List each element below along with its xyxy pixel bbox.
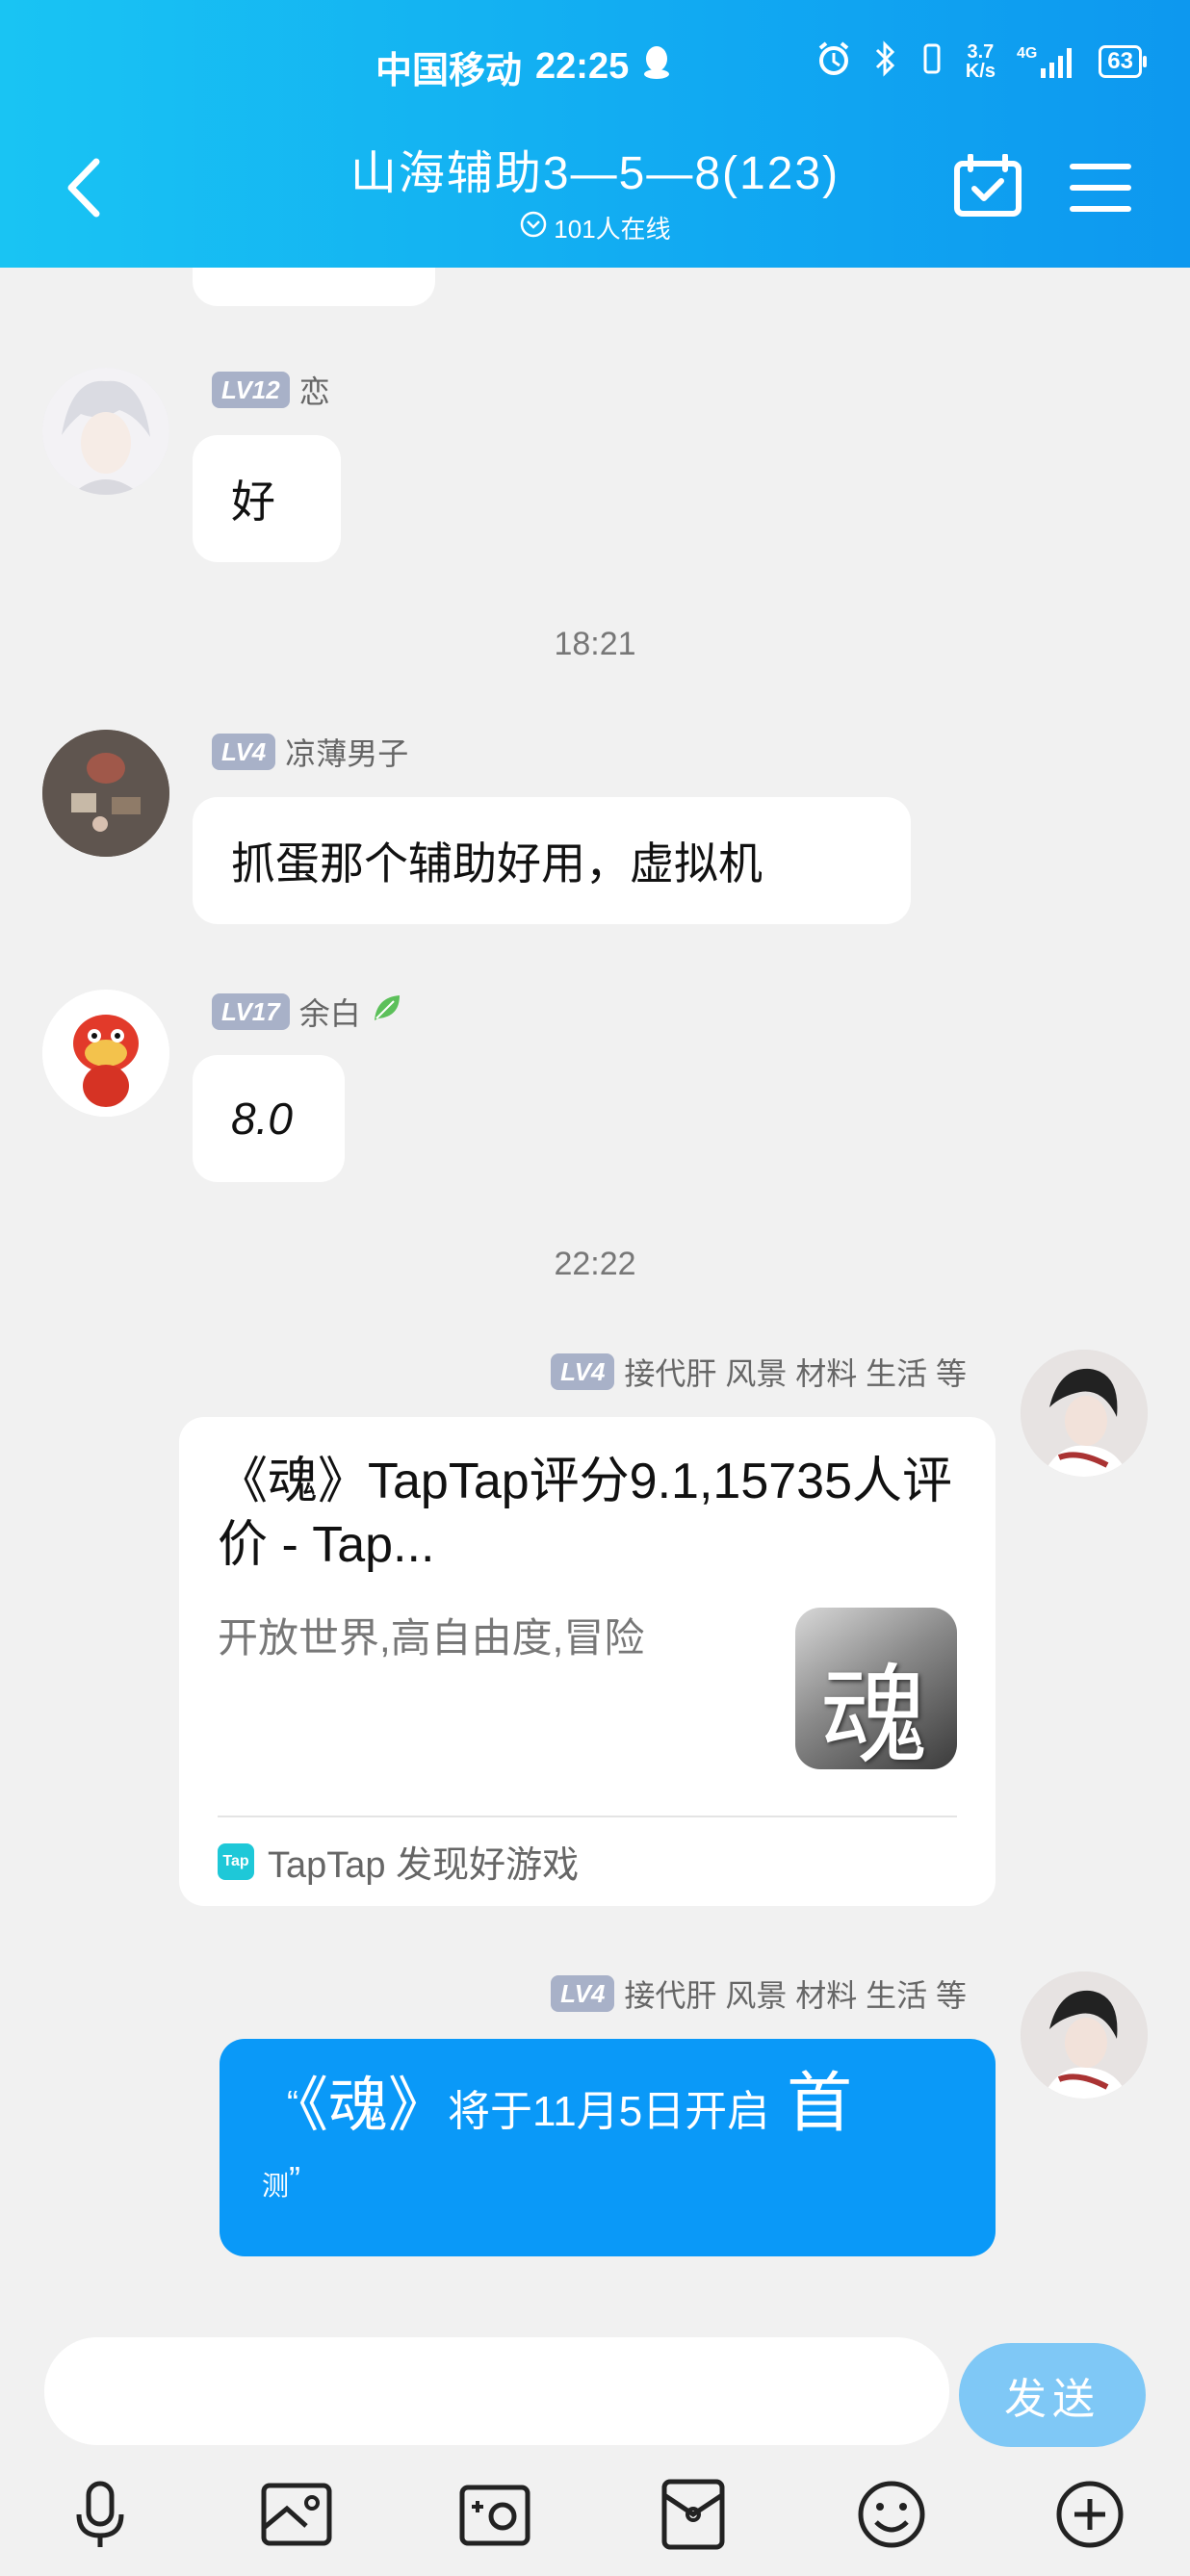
battery-indicator: 63 xyxy=(1099,45,1147,78)
bluetooth-icon xyxy=(873,40,898,83)
message-meta: LV17 余白 xyxy=(212,990,403,1034)
timestamp: 22:22 xyxy=(554,1246,636,1282)
menu-button[interactable] xyxy=(1069,159,1132,217)
message-meta: LV12 恋 xyxy=(212,368,330,412)
chevron-down-circle-icon xyxy=(519,210,548,245)
emoji-icon[interactable] xyxy=(853,2476,930,2553)
quote-open: “ xyxy=(287,2083,298,2123)
level-badge: LV12 xyxy=(212,372,290,408)
level-badge: LV4 xyxy=(551,1975,615,2012)
message-input[interactable] xyxy=(44,2337,949,2445)
message-meta: LV4 接代肝 风景 材料 生活 等 xyxy=(551,1971,967,2016)
level-badge: LV4 xyxy=(212,734,276,770)
quote-close: ” xyxy=(289,2159,301,2199)
card-source: Tap TapTap 发现好游戏 xyxy=(218,1835,579,1888)
message-text: 好 xyxy=(231,477,275,527)
message-bubble[interactable]: “《魂》将于11月5日开启首 测” xyxy=(220,2039,996,2256)
sender-name: 余白 xyxy=(298,996,361,1031)
thumbnail-calligraphy: 魂 xyxy=(820,1654,928,1769)
message-text: 将于11月5日开启 xyxy=(448,2088,770,2135)
sender-name: 凉薄男子 xyxy=(285,736,409,771)
online-count-label: 101人在线 xyxy=(554,215,671,244)
calendar-check-button[interactable] xyxy=(953,153,1030,221)
carrier-label: 中国移动 xyxy=(375,51,523,91)
status-right: 3.7 K/s 4G 63 xyxy=(815,40,1147,83)
card-title: 《魂》TapTap评分9.1,15735人评价 - Tap... xyxy=(218,1454,953,1573)
net-speed: 3.7 K/s xyxy=(966,42,996,81)
input-toolbar xyxy=(0,2476,1190,2563)
card-source-label: TapTap 发现好游戏 xyxy=(268,1845,580,1886)
big-text: 首 xyxy=(787,2067,853,2140)
leaf-icon xyxy=(371,992,403,1032)
message-bubble[interactable]: 抓蛋那个辅助好用，虚拟机 xyxy=(193,797,911,924)
chat-header: 中国移动 22:25 3.7 K/s 4G 63 山海辅助3—5—8(123) … xyxy=(0,0,1190,268)
avatar[interactable] xyxy=(42,990,169,1117)
card-divider xyxy=(218,1816,957,1817)
status-center: 中国移动 22:25 xyxy=(375,40,671,93)
avatar[interactable] xyxy=(1021,1971,1148,2099)
message-meta: LV4 凉薄男子 xyxy=(212,730,408,774)
partial-message-bubble xyxy=(193,268,435,306)
net-speed-unit: K/s xyxy=(965,61,996,82)
game-thumbnail: 魂 xyxy=(795,1608,957,1769)
clock-label: 22:25 xyxy=(535,46,630,87)
message-text: 抓蛋那个辅助好用，虚拟机 xyxy=(231,838,763,889)
send-button[interactable]: 发送 xyxy=(959,2343,1146,2447)
camera-icon[interactable] xyxy=(456,2476,533,2553)
plus-icon[interactable] xyxy=(1051,2476,1128,2553)
network-type: 4G xyxy=(1016,45,1038,62)
qq-notification-icon xyxy=(642,45,671,90)
avatar[interactable] xyxy=(42,368,169,495)
avatar[interactable] xyxy=(1021,1350,1148,1477)
avatar[interactable] xyxy=(42,730,169,857)
sender-name: 接代肝 风景 材料 生活 等 xyxy=(624,1978,967,2013)
timestamp: 18:21 xyxy=(554,626,636,662)
small-text: 测 xyxy=(262,2171,290,2201)
input-area: 发送 xyxy=(0,2310,1190,2576)
message-bubble[interactable]: 8.0 xyxy=(193,1055,345,1182)
status-bar: 中国移动 22:25 3.7 K/s 4G 63 xyxy=(0,40,1190,91)
big-text: 《魂》 xyxy=(298,2073,449,2139)
red-packet-icon[interactable] xyxy=(655,2476,732,2553)
alarm-icon xyxy=(815,40,852,83)
message-bubble[interactable]: 好 xyxy=(193,435,341,562)
sender-name: 接代肝 风景 材料 生活 等 xyxy=(624,1356,967,1391)
sender-name: 恋 xyxy=(298,374,330,409)
image-icon[interactable] xyxy=(258,2476,335,2553)
taptap-logo-icon: Tap xyxy=(218,1842,254,1880)
net-speed-value: 3.7 xyxy=(967,41,995,63)
signal-icon: 4G xyxy=(1017,45,1077,78)
microphone-icon[interactable] xyxy=(62,2476,139,2553)
vibrate-icon xyxy=(919,40,944,83)
share-card[interactable]: 《魂》TapTap评分9.1,15735人评价 - Tap... 开放世界,高自… xyxy=(179,1417,996,1906)
level-badge: LV4 xyxy=(551,1353,615,1390)
level-badge: LV17 xyxy=(212,993,290,1030)
message-text: 8.0 xyxy=(231,1094,293,1144)
card-description: 开放世界,高自由度,冒险 xyxy=(218,1615,645,1661)
message-meta: LV4 接代肝 风景 材料 生活 等 xyxy=(551,1350,967,1394)
